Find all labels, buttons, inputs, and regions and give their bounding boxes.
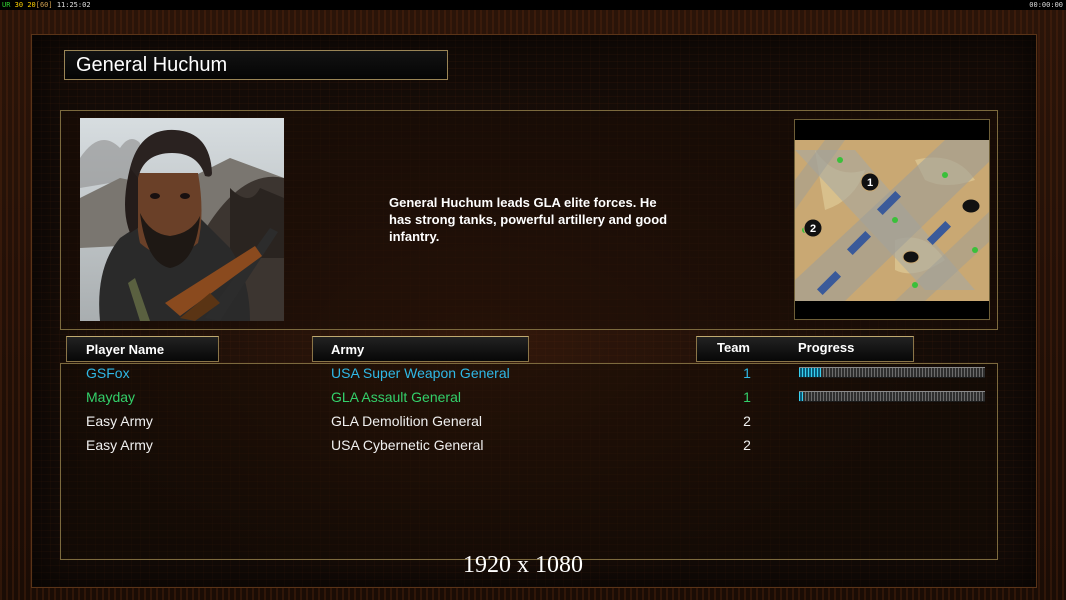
general-title-box: General Huchum [64, 50, 448, 80]
player-team: 2 [743, 413, 751, 429]
player-row[interactable]: GSFox USA Super Weapon General 1 [0, 362, 1066, 384]
column-header-progress-label: Progress [798, 340, 855, 355]
status-bar-left: UR 30 20[60] 11:25:02 [2, 0, 91, 10]
map-marker-2: 2 [810, 223, 816, 235]
column-header-army[interactable]: Army [312, 336, 529, 362]
resolution-label: 1920 x 1080 [463, 552, 583, 578]
player-name: Easy Army [86, 413, 153, 429]
player-row[interactable]: Mayday GLA Assault General 1 [0, 386, 1066, 408]
player-team: 1 [743, 365, 751, 381]
status-fps: 30 [14, 1, 24, 9]
player-name: Mayday [86, 389, 136, 405]
loading-progress-fill [799, 392, 803, 401]
player-name: GSFox [86, 365, 130, 381]
player-name: Easy Army [86, 437, 153, 453]
player-row[interactable]: Easy Army USA Cybernetic General 2 [0, 434, 1066, 456]
loading-progress-fill [799, 368, 822, 377]
player-army: GLA Assault General [331, 389, 461, 405]
player-army: USA Super Weapon General [331, 365, 510, 381]
status-fps-limit: 20 [27, 1, 36, 9]
minimap[interactable]: 1 2 [794, 119, 990, 320]
general-portrait [80, 118, 284, 321]
general-description: General Huchum leads GLA elite forces. H… [389, 195, 668, 244]
column-header-player-name[interactable]: Player Name [66, 336, 219, 362]
player-team: 1 [743, 389, 751, 405]
column-header-team-progress[interactable]: Team Progress [696, 336, 914, 362]
column-header-team-label: Team [717, 340, 750, 355]
player-team: 2 [743, 437, 751, 453]
player-row[interactable]: Easy Army GLA Demolition General 2 [0, 410, 1066, 432]
status-fps-cap: [60] [35, 1, 53, 9]
column-header-player-label: Player Name [86, 342, 165, 357]
player-army: USA Cybernetic General [331, 437, 484, 453]
player-army: GLA Demolition General [331, 413, 482, 429]
status-bar: UR 30 20[60] 11:25:02 00:00:00 [0, 0, 1066, 10]
loading-progress-bar [799, 391, 985, 402]
status-clock: 11:25:02 [56, 1, 91, 9]
loading-progress-bar [799, 367, 985, 378]
map-marker-1: 1 [867, 177, 873, 189]
status-ur-label: UR [2, 1, 11, 9]
general-title: General Huchum [76, 54, 228, 76]
column-header-army-label: Army [331, 342, 365, 357]
status-timer: 00:00:00 [1029, 1, 1063, 9]
